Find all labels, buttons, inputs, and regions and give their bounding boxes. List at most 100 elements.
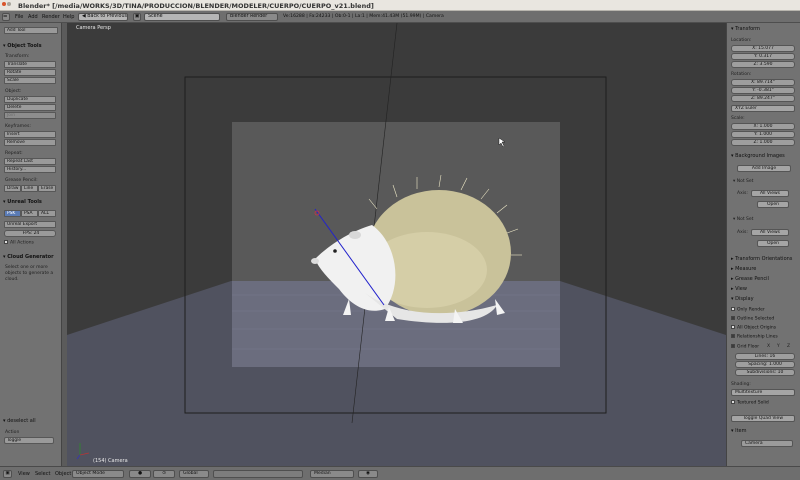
checkbox-icon[interactable] [731,400,735,404]
grid-floor-checkbox[interactable]: Grid Floor [731,344,759,350]
rotation-mode-select[interactable]: XYZ Euler [731,105,795,112]
menu-select[interactable]: Select [35,471,50,477]
menu-file[interactable]: File [15,14,23,20]
scale-x-field[interactable]: X: 1.000 [731,123,795,130]
bg-image-1-header[interactable]: ▾ Not Set [733,179,753,184]
scale-label: Scale: [731,116,745,121]
checkbox-icon[interactable] [731,325,735,329]
location-x-field[interactable]: X: 15.077 [731,45,795,52]
window-controls[interactable] [2,2,16,9]
bg-image-2-label: Not Set [736,217,754,222]
transform-orientation-select[interactable]: Global [179,470,209,478]
history-button[interactable]: History... [4,166,56,173]
transform-panel-header[interactable]: ▾ Transform [731,26,760,32]
grid-axis-x[interactable]: X [767,344,770,349]
checkbox-icon[interactable] [731,316,735,320]
remove-keyframe-button[interactable]: Remove [4,139,56,146]
menu-object[interactable]: Object [55,471,71,477]
translate-button[interactable]: Translate [4,61,56,68]
unreal-export-button[interactable]: Unreal Export [4,221,56,228]
menu-add[interactable]: Add [28,14,38,20]
all-actions-checkbox[interactable]: All Actions [4,240,34,246]
all-object-origins-checkbox[interactable]: All Object Origins [731,325,776,331]
close-icon[interactable] [2,2,6,6]
background-images-panel-header[interactable]: ▾ Background Images [731,153,785,159]
textured-solid-checkbox[interactable]: Textured Solid [731,400,769,406]
relationship-lines-checkbox[interactable]: Relationship Lines [731,334,778,340]
scale-z-field[interactable]: Z: 1.000 [731,139,795,146]
draw-button[interactable]: Draw [4,185,21,192]
cloud-generator-panel-header[interactable]: ▾ Cloud Generator [3,254,54,260]
only-render-checkbox[interactable]: Only Render [731,307,765,313]
grid-axis-z[interactable]: Z [787,344,790,349]
grease-pencil-panel-header[interactable]: ▸ Grease Pencil [731,276,769,282]
action-select[interactable]: Toggle [4,437,54,444]
menu-render[interactable]: Render [42,14,60,20]
view-panel-header[interactable]: ▸ View [731,286,747,292]
snap-element-select[interactable]: Median [310,470,354,478]
psk-button[interactable]: PSK [4,210,21,217]
render-engine-select[interactable]: Blender Render [226,13,278,21]
pivot-point-icon[interactable]: ⊙ [153,470,175,478]
erase-button[interactable]: Erase [38,185,56,192]
checkbox-icon[interactable] [731,344,735,348]
render-icon[interactable]: ◉ [358,470,378,478]
insert-keyframe-button[interactable]: Insert [4,131,56,138]
checkbox-icon[interactable] [731,307,735,311]
editor-type-icon[interactable]: ☰ [2,13,10,21]
scale-y-field[interactable]: Y: 1.000 [731,131,795,138]
rotate-button[interactable]: Rotate [4,69,56,76]
duplicate-button[interactable]: Duplicate [4,96,56,103]
outline-selected-checkbox[interactable]: Outline Selected [731,316,774,322]
all-button[interactable]: ALL [38,210,56,217]
mode-select[interactable]: Object Mode [72,470,124,478]
bg-image-1-open-button[interactable]: Open [757,201,789,208]
menu-help[interactable]: Help [63,14,74,20]
location-z-field[interactable]: Z: 3.590 [731,61,795,68]
back-to-previous-button[interactable]: ◀ Back to Previous [78,13,128,21]
3d-viewport[interactable]: Camera Persp (154) Camera [67,23,726,466]
scale-button[interactable]: Scale [4,77,56,84]
measure-panel-header[interactable]: ▸ Measure [731,266,756,272]
rotation-y-field[interactable]: Y: -0.381° [731,87,795,94]
rotation-x-field[interactable]: X: 89.714° [731,79,795,86]
bg-image-2-header[interactable]: ▾ Not Set [733,217,753,222]
grid-axis-y[interactable]: Y [777,344,780,349]
scene-icon[interactable]: ▣ [133,13,141,21]
join-button[interactable]: Join [4,112,56,119]
psa-button[interactable]: PSA [21,210,38,217]
item-panel-header[interactable]: ▾ Item [731,428,747,434]
viewport-shading-icon[interactable]: ● [129,470,151,478]
scene-field[interactable]: Scene [144,13,220,21]
editor-type-icon[interactable]: ▣ [3,470,12,478]
display-panel-header[interactable]: ▾ Display [731,296,754,302]
item-name-field[interactable]: Camera [741,440,793,447]
bg-image-2-axis-select[interactable]: All Views [751,229,789,236]
add-image-button[interactable]: Add Image [737,165,791,172]
transform-orientations-panel-header[interactable]: ▸ Transform Orientations [731,256,792,262]
minimize-icon[interactable] [7,2,11,6]
delete-button[interactable]: Delete [4,104,56,111]
checkbox-icon[interactable] [731,334,735,338]
location-y-field[interactable]: Y: 0.317 [731,53,795,60]
viewport-canvas[interactable] [67,23,726,466]
toggle-quad-view-button[interactable]: Toggle Quad View [731,415,795,422]
grid-spacing-field[interactable]: Spacing: 1.000 [735,361,795,368]
shading-select[interactable]: Multitexture [731,389,795,396]
unreal-tools-panel-header[interactable]: ▾ Unreal Tools [3,199,42,205]
repeat-last-button[interactable]: Repeat Last [4,158,56,165]
add-tool-button[interactable]: Add Tool [4,27,58,34]
object-tools-panel-header[interactable]: ▾ Object Tools [3,43,42,49]
rotation-z-field[interactable]: Z: 89.247° [731,95,795,102]
line-button[interactable]: Line [21,185,38,192]
bg-image-1-axis-select[interactable]: All Views [751,190,789,197]
grid-subdivisions-field[interactable]: Subdivisions: 10 [735,369,795,376]
menu-view[interactable]: View [18,471,30,477]
checkbox-icon[interactable] [4,240,8,244]
bg-image-2-open-button[interactable]: Open [757,240,789,247]
deselect-all-operator-header[interactable]: ▾ deselect all [3,418,36,424]
fps-field[interactable]: FPS: 24 [4,230,56,237]
grid-lines-field[interactable]: Lines: 16 [735,353,795,360]
action-label: Action [5,430,20,435]
layer-buttons[interactable] [213,470,303,478]
